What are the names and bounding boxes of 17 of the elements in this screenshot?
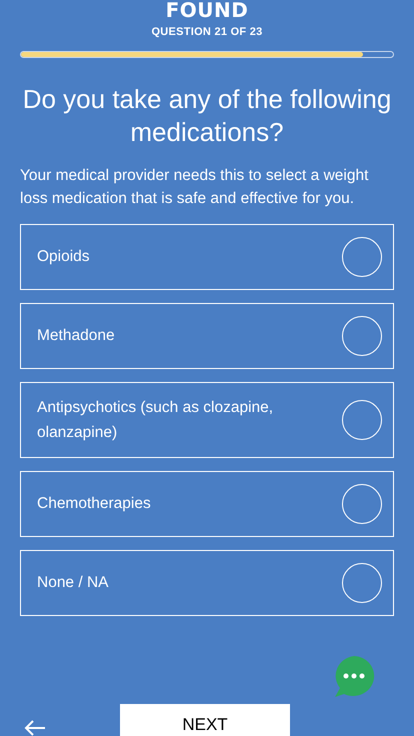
answer-option[interactable]: Chemotherapies: [20, 470, 394, 536]
answer-option[interactable]: None / NA: [20, 550, 394, 616]
back-arrow-icon[interactable]: [24, 720, 46, 736]
description-text: Your medical provider needs this to select a weight loss medication that is safe and effective for you.: [19, 166, 370, 208]
next-button[interactable]: NEXT: [120, 704, 290, 736]
chat-bubble-icon[interactable]: [332, 655, 376, 698]
answer-option[interactable]: Methadone: [20, 302, 394, 368]
logo: FOUND: [166, 0, 248, 20]
question-counter: QUESTION 21 OF 23: [151, 25, 263, 40]
option-label: Chemotherapies: [37, 494, 152, 514]
option-label: Opioids: [37, 247, 91, 267]
option-label: None / NA: [37, 573, 110, 593]
answer-option[interactable]: Antipsychotics (such as clozapine, olanzapine): [20, 382, 394, 458]
answer-option[interactable]: Opioids: [20, 224, 394, 290]
option-label: Methadone: [37, 326, 116, 346]
option-label: Antipsychotics (such as clozapine, olanzapine): [37, 398, 274, 442]
question-heading: Do you take any of the following medications?: [22, 82, 392, 148]
